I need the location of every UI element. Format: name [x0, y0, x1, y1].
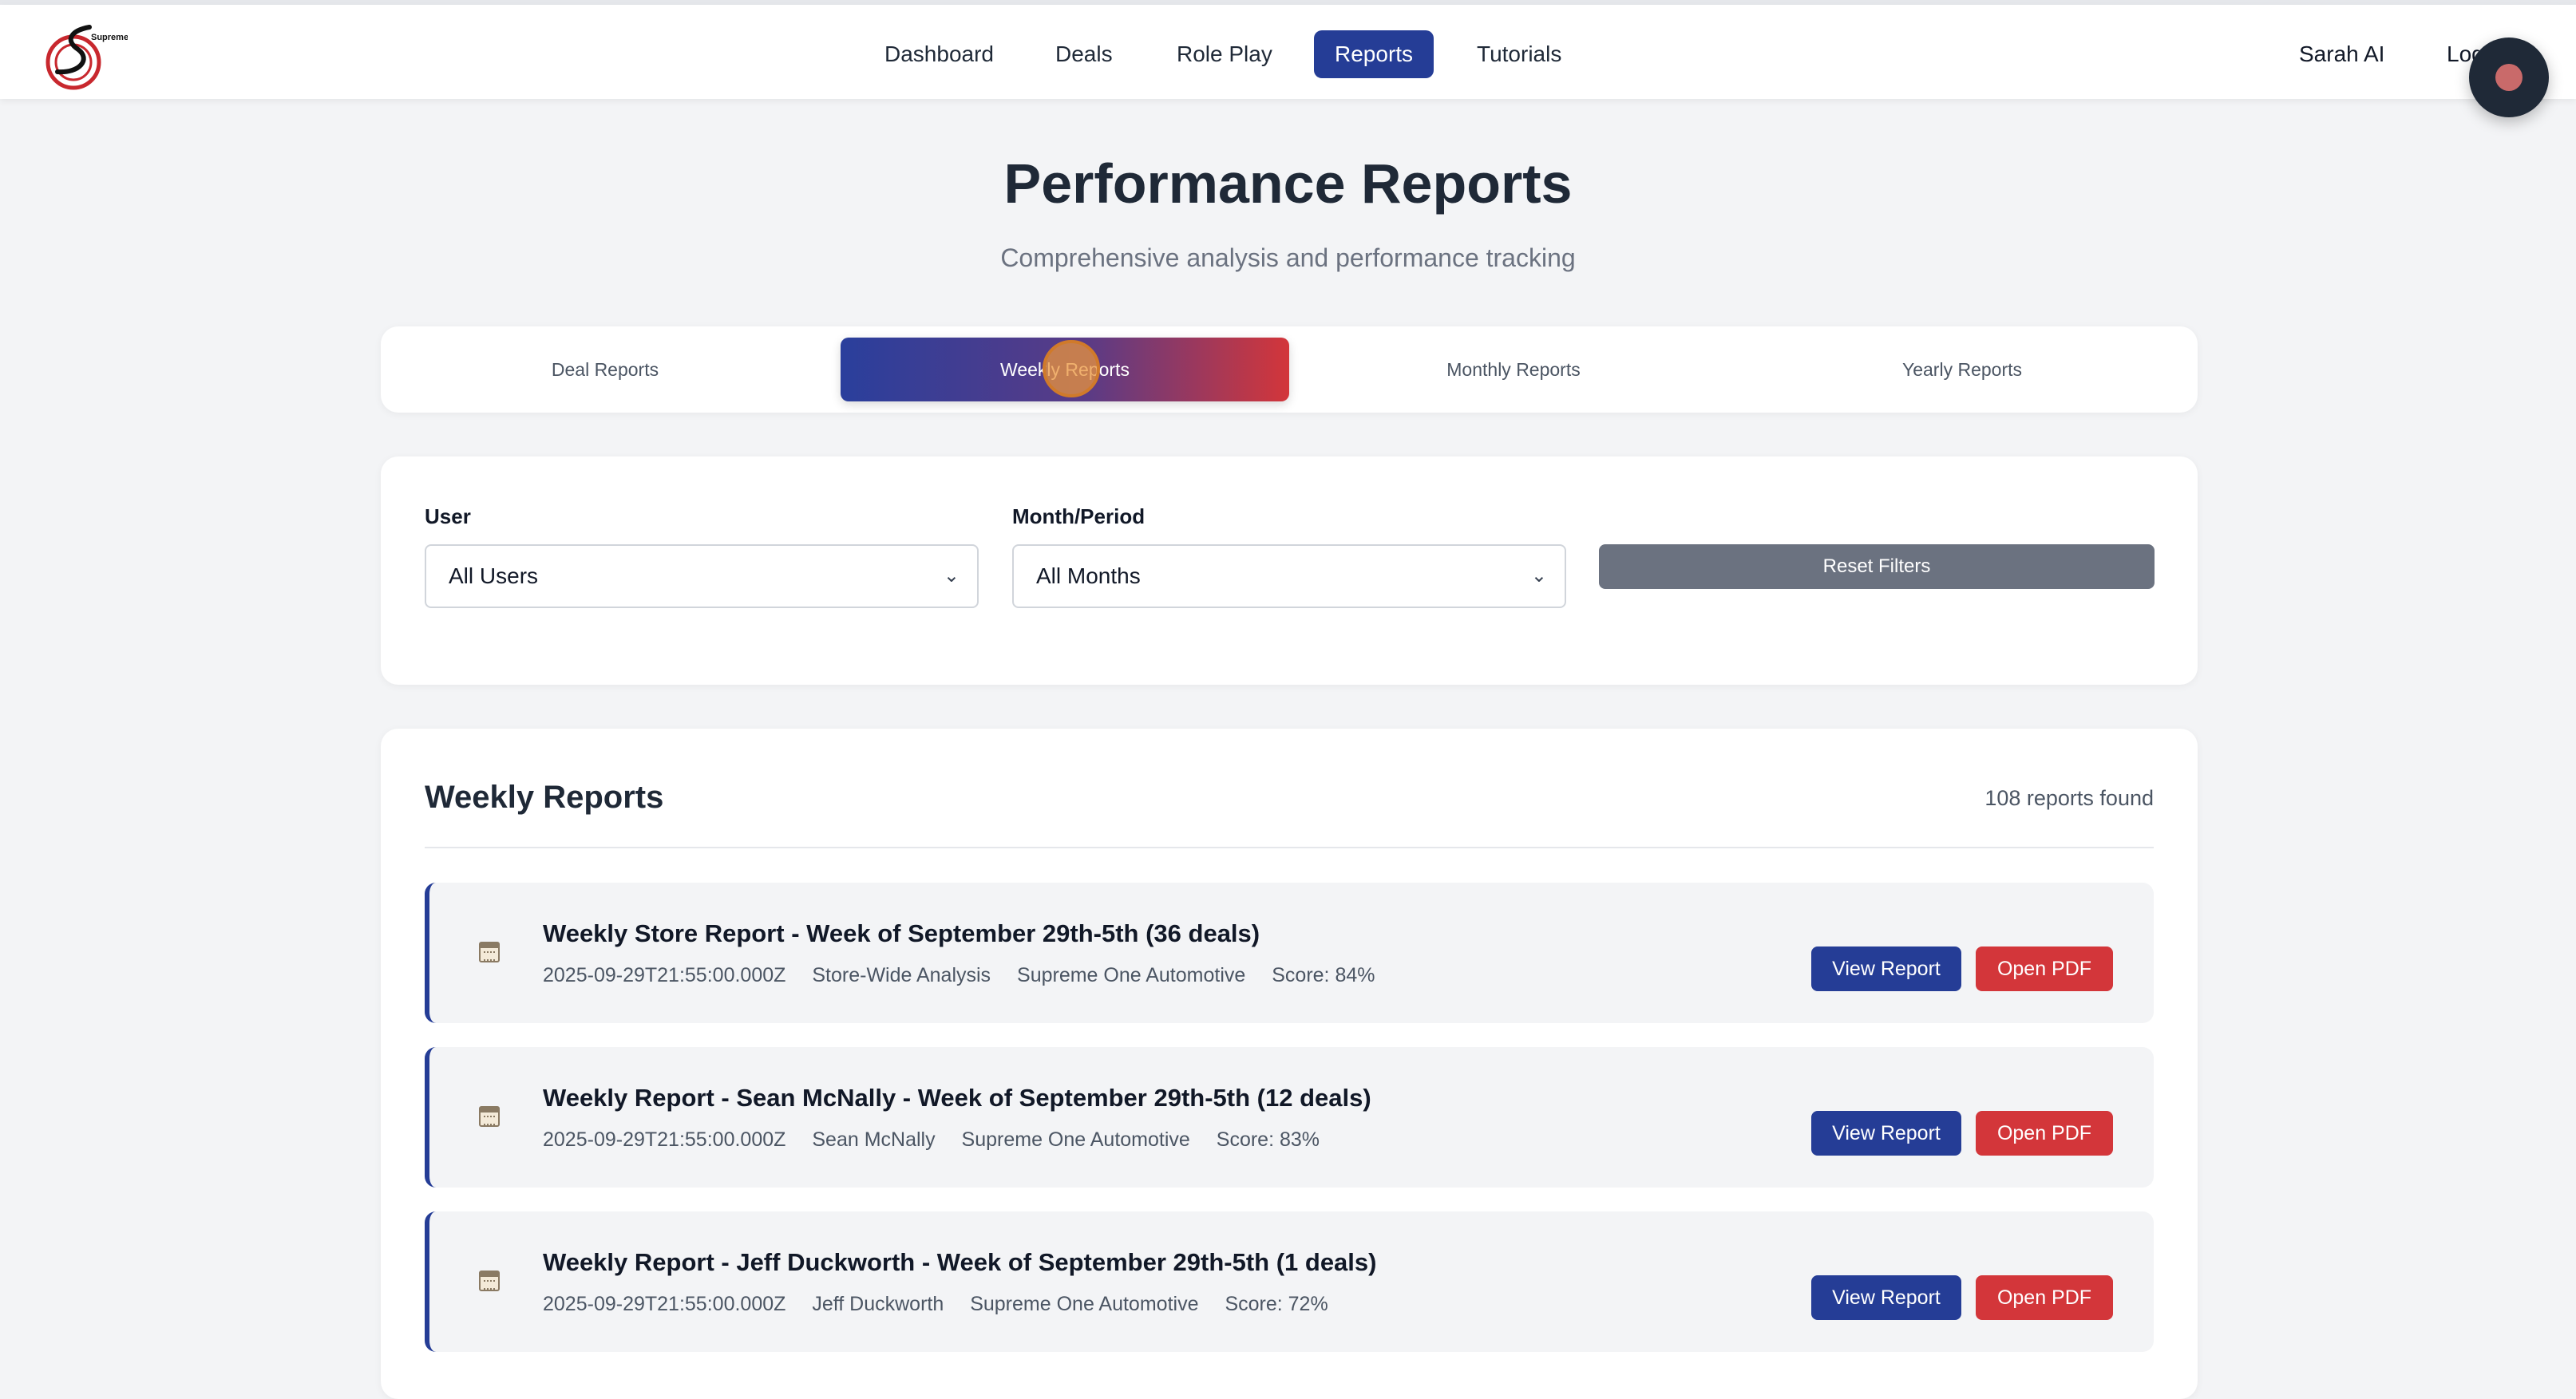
record-button[interactable] [2469, 38, 2549, 117]
report-scope: Sean McNally [812, 1128, 936, 1151]
reports-count: 108 reports found [1984, 786, 2154, 810]
report-date: 2025-09-29T21:55:00.000Z [543, 1293, 786, 1315]
report-list-item[interactable]: Weekly Report - Jeff Duckworth - Week of… [425, 1211, 2154, 1352]
main-nav: Dashboard Deals Role Play Reports Tutori… [0, 30, 2576, 78]
user-filter-label: User [425, 504, 471, 528]
report-meta: 2025-09-29T21:55:00.000Z Store-Wide Anal… [543, 964, 1396, 987]
report-scope: Store-Wide Analysis [812, 964, 991, 986]
chevron-down-icon: ⌄ [943, 565, 960, 587]
filters-panel: User All Users ⌄ Month/Period All Months… [381, 456, 2198, 685]
record-icon [2495, 64, 2523, 91]
page-title: Performance Reports [1003, 152, 1573, 215]
report-title: Weekly Store Report - Week of September … [543, 919, 1260, 947]
divider [425, 847, 2154, 848]
report-score: Score: 84% [1272, 964, 1375, 986]
report-title: Weekly Report - Jeff Duckworth - Week of… [543, 1248, 1377, 1276]
report-score: Score: 72% [1225, 1293, 1328, 1315]
report-dealership: Supreme One Automotive [970, 1293, 1199, 1315]
report-list-item[interactable]: Weekly Report - Sean McNally - Week of S… [425, 1047, 2154, 1188]
view-report-button[interactable]: View Report [1811, 1275, 1961, 1320]
chevron-down-icon: ⌄ [1530, 565, 1547, 587]
calendar-icon [479, 942, 500, 962]
report-meta: 2025-09-29T21:55:00.000Z Sean McNally Su… [543, 1128, 1340, 1152]
user-name[interactable]: Sarah AI [2299, 30, 2384, 78]
report-list-item[interactable]: Weekly Store Report - Week of September … [425, 883, 2154, 1023]
top-navbar: Supreme One Dashboard Deals Role Play Re… [0, 5, 2576, 99]
report-dealership: Supreme One Automotive [961, 1128, 1190, 1151]
report-scope: Jeff Duckworth [812, 1293, 944, 1315]
view-report-button[interactable]: View Report [1811, 1111, 1961, 1156]
view-report-button[interactable]: View Report [1811, 946, 1961, 991]
tab-deal-reports[interactable]: Deal Reports [381, 338, 829, 401]
user-select[interactable]: All Users ⌄ [425, 544, 979, 608]
nav-reports[interactable]: Reports [1314, 30, 1434, 78]
report-date: 2025-09-29T21:55:00.000Z [543, 1128, 786, 1151]
open-pdf-button[interactable]: Open PDF [1976, 946, 2113, 991]
report-meta: 2025-09-29T21:55:00.000Z Jeff Duckworth … [543, 1293, 1349, 1316]
report-dealership: Supreme One Automotive [1017, 964, 1246, 986]
user-select-value: All Users [449, 563, 539, 588]
nav-deals[interactable]: Deals [1035, 30, 1134, 78]
nav-dashboard[interactable]: Dashboard [864, 30, 1015, 78]
report-date: 2025-09-29T21:55:00.000Z [543, 964, 786, 986]
reset-filters-button[interactable]: Reset Filters [1599, 544, 2155, 589]
page-subtitle: Comprehensive analysis and performance t… [1000, 243, 1576, 272]
period-select-value: All Months [1036, 563, 1141, 588]
open-pdf-button[interactable]: Open PDF [1976, 1275, 2113, 1320]
tab-monthly-reports[interactable]: Monthly Reports [1289, 338, 1738, 401]
report-score: Score: 83% [1216, 1128, 1320, 1151]
click-indicator [1043, 340, 1100, 397]
open-pdf-button[interactable]: Open PDF [1976, 1111, 2113, 1156]
period-filter-label: Month/Period [1012, 504, 1146, 528]
report-title: Weekly Report - Sean McNally - Week of S… [543, 1084, 1371, 1112]
reports-list-panel: Weekly Reports 108 reports found Weekly … [381, 729, 2198, 1399]
tab-yearly-reports[interactable]: Yearly Reports [1738, 338, 2186, 401]
calendar-icon [479, 1106, 500, 1127]
period-select[interactable]: All Months ⌄ [1012, 544, 1566, 608]
nav-role-play[interactable]: Role Play [1156, 30, 1293, 78]
calendar-icon [479, 1271, 500, 1291]
nav-tutorials[interactable]: Tutorials [1456, 30, 1582, 78]
report-type-tabs: Deal Reports Weekly Reports Monthly Repo… [381, 326, 2198, 413]
reports-section-title: Weekly Reports [425, 780, 664, 815]
